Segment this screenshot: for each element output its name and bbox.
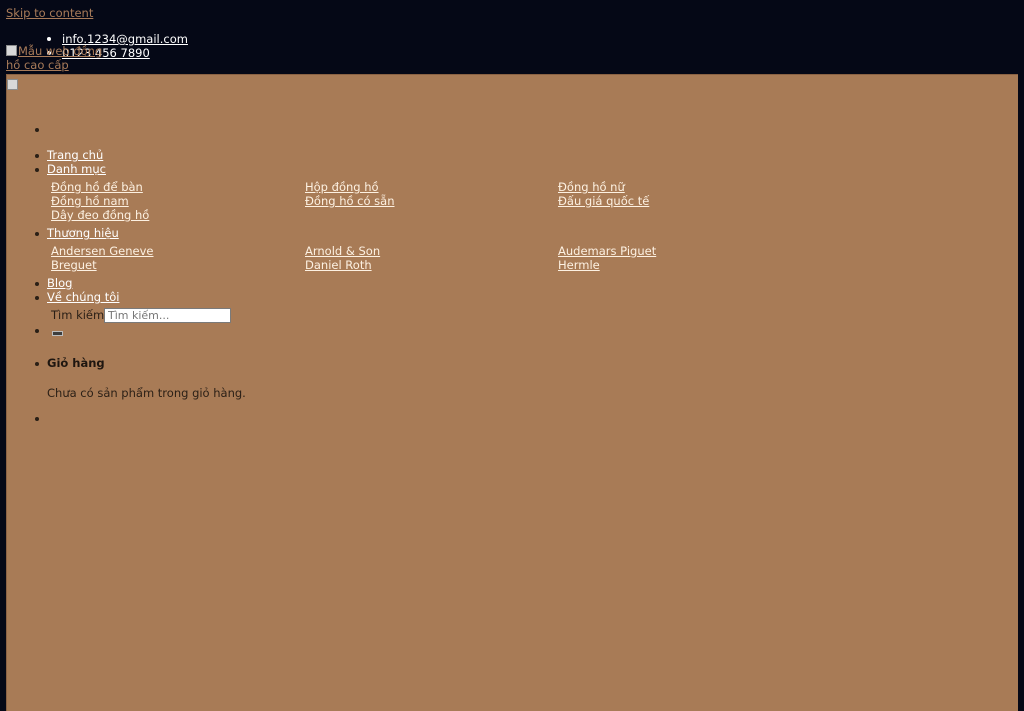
category-watch-boxes-link[interactable]: Hộp đồng hồ <box>305 180 379 194</box>
menu-panel: Trang chủ Danh mục Đồng hồ để bàn Hộp đồ… <box>6 74 1018 711</box>
nav-blog-link[interactable]: Blog <box>47 276 72 290</box>
category-watch-straps-link[interactable]: Dây đeo đồng hồ <box>51 208 149 222</box>
nav-brands-link[interactable]: Thương hiệu <box>47 226 119 240</box>
search-submit-button[interactable] <box>52 331 63 336</box>
list-bullet <box>35 168 39 172</box>
brand-audemars-piguet-link[interactable]: Audemars Piguet <box>558 244 656 258</box>
brand-breguet-link[interactable]: Breguet <box>51 258 97 272</box>
skip-to-content-link[interactable]: Skip to content <box>6 6 93 20</box>
list-bullet <box>35 362 39 366</box>
cart-empty-message: Chưa có sản phẩm trong giỏ hàng. <box>47 386 246 400</box>
search-label: Tìm kiếm: <box>51 308 109 322</box>
category-desk-clocks-link[interactable]: Đồng hồ để bàn <box>51 180 143 194</box>
brand-daniel-roth-link[interactable]: Daniel Roth <box>305 258 372 272</box>
list-bullet <box>35 329 39 333</box>
category-in-stock-link[interactable]: Đồng hồ có sẵn <box>305 194 395 208</box>
category-mens-watches-link[interactable]: Đồng hồ nam <box>51 194 129 208</box>
list-bullet <box>35 128 39 132</box>
list-bullet <box>35 296 39 300</box>
broken-image-icon <box>7 79 18 90</box>
list-bullet <box>35 417 39 421</box>
list-bullet <box>35 154 39 158</box>
list-bullet <box>35 232 39 236</box>
broken-image-icon <box>6 45 17 56</box>
category-womens-watches-link[interactable]: Đồng hồ nữ <box>558 180 625 194</box>
nav-home-link[interactable]: Trang chủ <box>47 148 103 162</box>
nav-about-link[interactable]: Về chúng tôi <box>47 290 119 304</box>
brand-hermle-link[interactable]: Hermle <box>558 258 600 272</box>
site-logo-link[interactable]: Mẫu web đồng hồ cao cấp <box>6 44 106 72</box>
cart-title: Giỏ hàng <box>47 356 105 370</box>
brand-andersen-geneve-link[interactable]: Andersen Geneve <box>51 244 154 258</box>
brand-arnold-son-link[interactable]: Arnold & Son <box>305 244 380 258</box>
nav-categories-link[interactable]: Danh mục <box>47 162 106 176</box>
search-input[interactable] <box>104 308 231 323</box>
category-international-auction-link[interactable]: Đấu giá quốc tế <box>558 194 649 208</box>
list-bullet <box>35 282 39 286</box>
site-logo-alt-text: Mẫu web đồng hồ cao cấp <box>6 44 103 72</box>
